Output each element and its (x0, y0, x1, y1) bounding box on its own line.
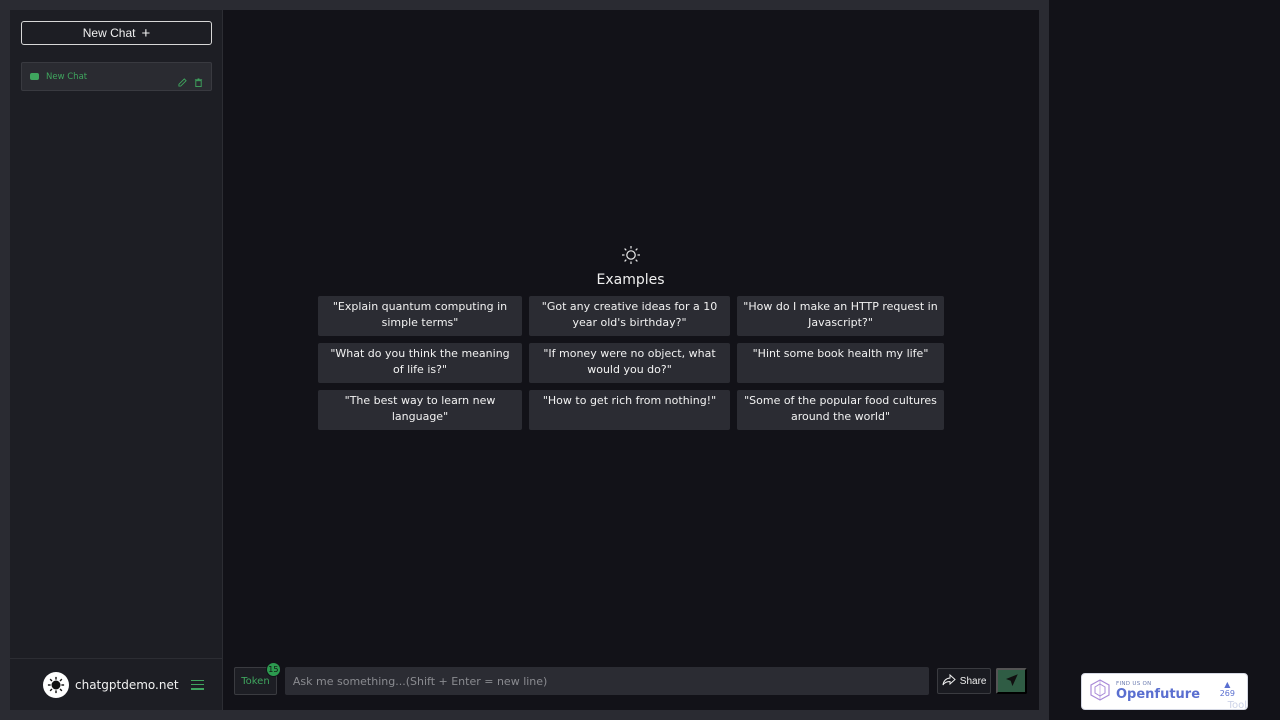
example-card[interactable]: "Explain quantum computing in simple ter… (318, 296, 522, 336)
token-count-badge: 15 (265, 662, 281, 677)
new-chat-button[interactable]: New Chat + (21, 21, 212, 45)
openfuture-logo-icon (1089, 678, 1111, 705)
badge-votes: ▲ 269 (1220, 680, 1235, 698)
hamburger-menu-icon[interactable] (190, 679, 204, 690)
example-card[interactable]: "If money were no object, what would you… (529, 343, 730, 383)
site-logo-icon (43, 671, 69, 698)
example-card[interactable]: "How to get rich from nothing!" (529, 390, 730, 430)
input-bar: Token 15 Share (234, 662, 1027, 695)
example-card[interactable]: "Got any creative ideas for a 10 year ol… (529, 296, 730, 336)
chat-list-item[interactable]: New Chat (21, 62, 212, 91)
site-name[interactable]: chatgptdemo.net (75, 678, 179, 692)
example-card[interactable]: "How do I make an HTTP request in Javasc… (737, 296, 944, 336)
send-icon (1005, 673, 1018, 689)
share-label: Share (959, 675, 987, 687)
badge-overlay-text: Tool (1227, 700, 1247, 711)
examples-grid: "Explain quantum computing in simple ter… (318, 296, 944, 430)
sidebar: New Chat + New Chat chatgptdemo.net (10, 10, 223, 710)
share-icon (942, 673, 956, 689)
chat-item-label: New Chat (46, 71, 88, 82)
examples-title: Examples (596, 272, 665, 288)
token-label: Token (241, 675, 270, 687)
message-input[interactable] (284, 667, 930, 695)
chat-bubble-icon (30, 73, 39, 80)
example-card[interactable]: "Hint some book health my life" (737, 343, 944, 383)
send-button[interactable] (996, 668, 1027, 694)
example-card[interactable]: "Some of the popular food cultures aroun… (737, 390, 944, 430)
share-button[interactable]: Share (937, 668, 992, 694)
right-panel (1049, 0, 1280, 720)
badge-brand: Openfuture (1116, 687, 1201, 702)
main-area: Examples "Explain quantum computing in s… (223, 10, 1039, 710)
examples-header: Examples (223, 245, 1038, 288)
example-card[interactable]: "What do you think the meaning of life i… (318, 343, 522, 383)
new-chat-label: New Chat (82, 26, 136, 40)
trash-icon[interactable] (194, 72, 203, 87)
app-window: New Chat + New Chat chatgptdemo.net Exam… (10, 10, 1039, 710)
badge-vote-count: 269 (1219, 689, 1235, 698)
openfuture-badge[interactable]: FIND US ON Openfuture ▲ 269 Tool (1081, 673, 1248, 711)
sun-icon (621, 245, 641, 269)
sidebar-footer: chatgptdemo.net (10, 658, 223, 710)
plus-icon: + (141, 24, 151, 42)
edit-icon[interactable] (178, 72, 187, 87)
token-button[interactable]: Token 15 (234, 662, 281, 695)
example-card[interactable]: "The best way to learn new language" (318, 390, 522, 430)
upvote-icon: ▲ (1224, 680, 1231, 689)
